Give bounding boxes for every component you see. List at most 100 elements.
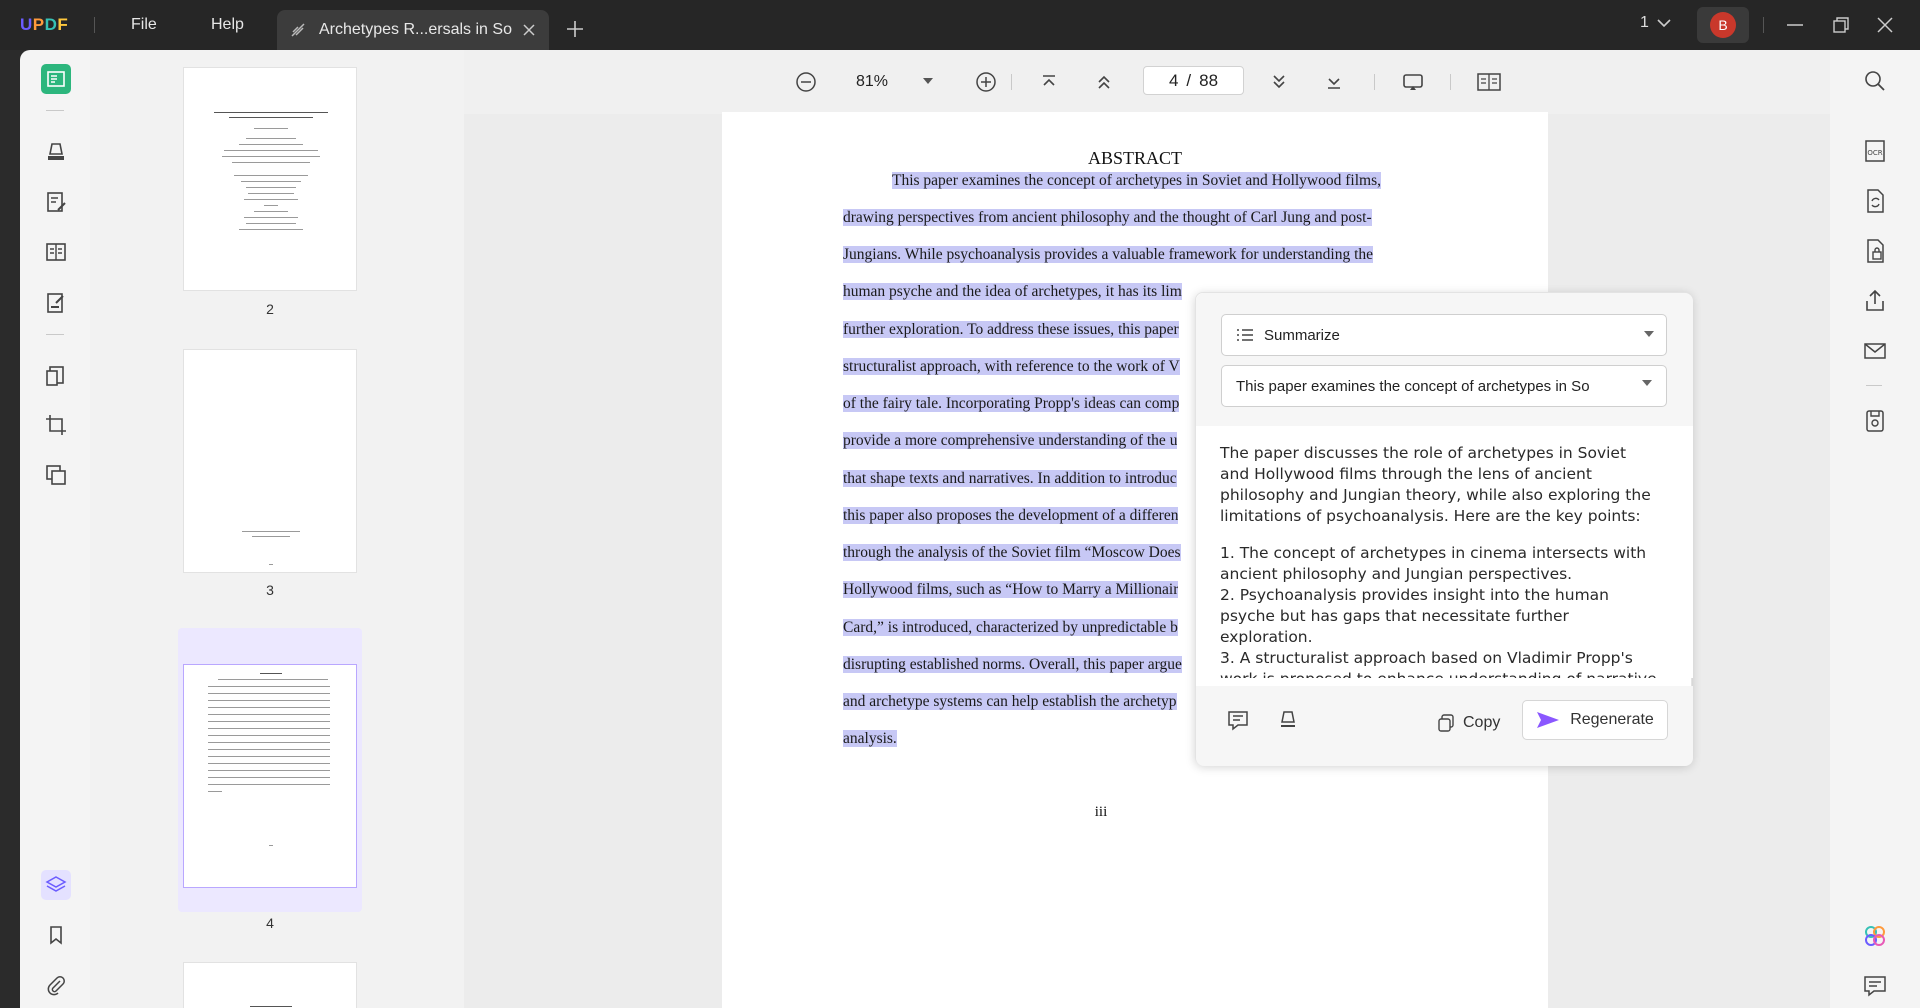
- thumbnail-page-3[interactable]: [183, 349, 357, 573]
- chevron-down-icon: [1657, 19, 1671, 28]
- selected-text: Card,” is introduced, characterized by u…: [843, 619, 1178, 636]
- comments-icon[interactable]: [1861, 972, 1889, 1000]
- convert-icon[interactable]: [41, 361, 71, 391]
- selected-text: provide a more comprehensive understandi…: [843, 432, 1178, 449]
- chevron-down-icon: [1644, 331, 1654, 337]
- zoom-out-icon[interactable]: [794, 70, 818, 94]
- page-navigator[interactable]: 4 / 88: [1143, 66, 1244, 95]
- divider: [1763, 17, 1764, 33]
- send-icon: [1537, 712, 1560, 728]
- thumbnail-page-5[interactable]: [183, 962, 357, 1008]
- ai-panel-header: Summarize This paper examines the concep…: [1196, 293, 1693, 426]
- ai-summary-output[interactable]: The paper discusses the role of archetyp…: [1196, 426, 1693, 678]
- abstract-line: that shape texts and narratives. In addi…: [843, 470, 1177, 488]
- abstract-line: Card,” is introduced, characterized by u…: [843, 619, 1178, 637]
- current-page-input[interactable]: 4: [1169, 71, 1178, 91]
- selected-text: further exploration. To address these is…: [843, 321, 1179, 338]
- batch-process-icon[interactable]: [41, 460, 71, 490]
- abstract-line: and archetype systems can help establish…: [843, 693, 1177, 711]
- left-toolbar: [20, 50, 90, 1008]
- close-window-icon[interactable]: [1874, 14, 1896, 36]
- selected-text: of the fairy tale. Incorporating Propp's…: [843, 395, 1180, 412]
- abstract-line: This paper examines the concept of arche…: [892, 172, 1381, 190]
- divider: [1866, 385, 1882, 386]
- abstract-line: Jungians. While psychoanalysis provides …: [843, 246, 1374, 264]
- avatar: B: [1710, 12, 1736, 38]
- bookmark-icon[interactable]: [41, 920, 71, 950]
- divider: [94, 17, 95, 33]
- selected-text: This paper examines the concept of arche…: [892, 172, 1381, 189]
- share-icon[interactable]: [1861, 287, 1889, 315]
- reader-mode-icon[interactable]: [41, 64, 71, 94]
- attachment-icon[interactable]: [41, 970, 71, 1000]
- summary-point: 1. The concept of archetypes in cinema i…: [1220, 544, 1647, 583]
- email-icon[interactable]: [1861, 337, 1889, 365]
- menu-file[interactable]: File: [131, 16, 157, 34]
- minimize-icon[interactable]: [1784, 14, 1806, 36]
- close-tab-icon[interactable]: [517, 18, 541, 42]
- thumbnail-panel: 2 3 4: [90, 50, 464, 1008]
- abstract-line: this paper also proposes the development…: [843, 507, 1179, 525]
- save-icon[interactable]: [1861, 407, 1889, 435]
- abstract-line: structuralist approach, with reference t…: [843, 358, 1180, 376]
- thumbnail-label: 3: [266, 582, 274, 598]
- divider: [46, 110, 64, 111]
- edit-pdf-icon[interactable]: [41, 187, 71, 217]
- ai-mode-select[interactable]: Summarize: [1221, 314, 1667, 356]
- restore-icon[interactable]: [1830, 14, 1852, 36]
- selected-text: structuralist approach, with reference t…: [843, 358, 1180, 375]
- chevron-down-icon: [1642, 380, 1652, 386]
- ocr-icon[interactable]: OCR: [1861, 137, 1889, 165]
- slideshow-icon[interactable]: [1401, 70, 1425, 94]
- highlight-icon[interactable]: [1276, 708, 1300, 737]
- account-button[interactable]: B: [1697, 7, 1749, 43]
- selected-text: drawing perspectives from ancient philos…: [843, 209, 1372, 226]
- app-logo: UPDF: [20, 15, 69, 34]
- menu-help[interactable]: Help: [211, 16, 244, 34]
- next-page-icon[interactable]: [1267, 70, 1291, 94]
- abstract-line: drawing perspectives from ancient philos…: [843, 209, 1372, 227]
- layers-icon[interactable]: [41, 870, 71, 900]
- search-icon[interactable]: [1861, 67, 1889, 95]
- protect-file-icon[interactable]: [1861, 237, 1889, 265]
- add-tab-icon[interactable]: [564, 18, 586, 40]
- convert-file-icon[interactable]: [1861, 187, 1889, 215]
- insert-comment-icon[interactable]: [1226, 708, 1250, 737]
- zoom-dropdown-icon[interactable]: [922, 74, 934, 86]
- last-page-icon[interactable]: [1322, 70, 1346, 94]
- window-count: 1: [1640, 14, 1649, 31]
- document-tab[interactable]: Archetypes R...ersals in So: [277, 10, 549, 50]
- selected-text: this paper also proposes the development…: [843, 507, 1179, 524]
- copy-label: Copy: [1463, 714, 1501, 731]
- ai-assistant-icon[interactable]: [1861, 922, 1889, 950]
- ai-assistant-popup: Summarize This paper examines the concep…: [1195, 292, 1693, 766]
- svg-text:OCR: OCR: [1867, 149, 1882, 157]
- ai-mode-label: Summarize: [1264, 326, 1340, 344]
- regenerate-button[interactable]: Regenerate: [1522, 700, 1668, 740]
- zoom-in-icon[interactable]: [974, 70, 998, 94]
- abstract-line: Hollywood films, such as “How to Marry a…: [843, 581, 1179, 599]
- thumbnail-page-4[interactable]: [183, 664, 357, 888]
- zoom-level[interactable]: 81%: [856, 73, 888, 91]
- summary-point: 3. A structuralist approach based on Vla…: [1220, 649, 1657, 678]
- organize-pages-icon[interactable]: [41, 237, 71, 267]
- previous-page-icon[interactable]: [1092, 70, 1116, 94]
- comment-tool-icon[interactable]: [41, 137, 71, 167]
- first-page-icon[interactable]: [1037, 70, 1061, 94]
- ai-source-select[interactable]: This paper examines the concept of arche…: [1221, 365, 1667, 407]
- selected-text: and archetype systems can help establish…: [843, 693, 1177, 710]
- selected-text: analysis.: [843, 730, 897, 747]
- crop-pages-icon[interactable]: [41, 410, 71, 440]
- form-tool-icon[interactable]: [41, 288, 71, 318]
- window-selector[interactable]: 1: [1640, 14, 1671, 32]
- thumbnail-page-2[interactable]: [183, 67, 357, 291]
- view-toolbar: 81% 4 / 88: [464, 50, 1830, 114]
- ai-source-text: This paper examines the concept of arche…: [1236, 377, 1590, 395]
- regenerate-label: Regenerate: [1570, 711, 1654, 728]
- page-layout-icon[interactable]: [1476, 70, 1502, 94]
- abstract-line: further exploration. To address these is…: [843, 321, 1179, 339]
- right-toolbar: OCR: [1830, 50, 1920, 1008]
- abstract-line: of the fairy tale. Incorporating Propp's…: [843, 395, 1180, 413]
- thumbnail-label: 2: [266, 301, 274, 317]
- copy-button[interactable]: Copy: [1437, 714, 1500, 732]
